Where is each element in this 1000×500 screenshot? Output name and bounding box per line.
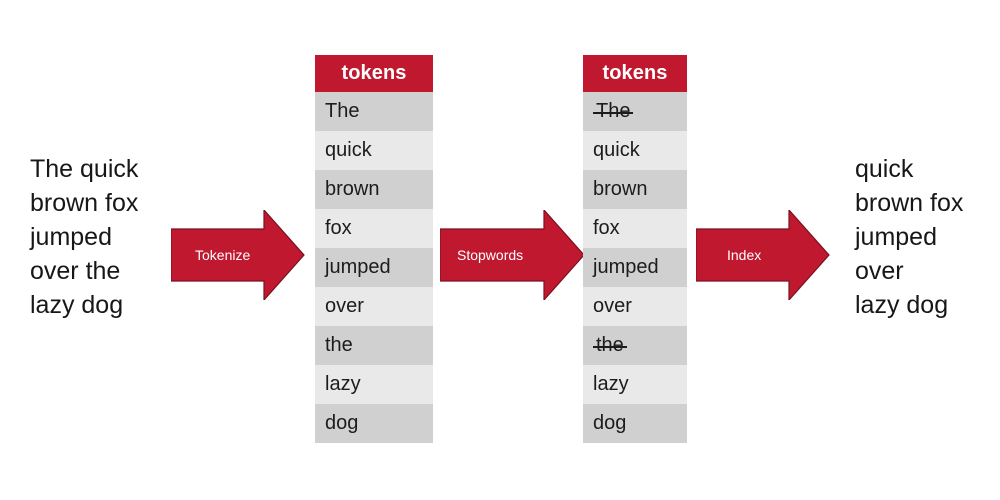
token-cell: quick [325,139,372,161]
arrow-stopwords: Stopwords [440,210,585,300]
token-cell: jumped [593,256,659,278]
table-row: lazy [315,365,433,404]
token-cell: the [593,326,627,365]
token-cell: over [325,295,364,317]
table-row: The [583,92,687,131]
table-row: quick [583,131,687,170]
output-text-block: quick brown fox jumped over lazy dog [855,155,964,319]
tokens-table-stopworded: tokens The quick brown fox jumped over t… [583,55,687,443]
token-cell: brown [593,178,648,200]
arrow-index: Index [696,210,830,300]
table-row: dog [583,404,687,443]
token-cell: the [325,334,353,356]
token-cell: brown [325,178,380,200]
table-row: brown [583,170,687,209]
table-row: brown [315,170,433,209]
tokens-table-stopworded-header: tokens [583,55,687,92]
table-row: The [315,92,433,131]
table-row: quick [315,131,433,170]
tokens-table-tokenized-header: tokens [315,55,433,92]
token-cell: lazy [593,373,629,395]
table-row: jumped [583,248,687,287]
token-cell: fox [593,217,620,239]
arrow-stopwords-shape [440,210,585,300]
token-cell: over [593,295,632,317]
token-cell: lazy [325,373,361,395]
token-cell: fox [325,217,352,239]
token-cell: The [325,100,360,122]
table-row: dog [315,404,433,443]
arrow-index-shape [696,210,830,300]
arrow-tokenize: Tokenize [171,210,305,300]
token-cell: dog [325,412,359,434]
token-cell: The [593,92,634,131]
token-cell: quick [593,139,640,161]
table-row: over [583,287,687,326]
table-row: fox [583,209,687,248]
table-row: the [315,326,433,365]
token-cell: jumped [325,256,391,278]
tokens-table-tokenized: tokens The quick brown fox jumped over t… [315,55,433,443]
table-row: the [583,326,687,365]
table-row: jumped [315,248,433,287]
arrow-tokenize-shape [171,210,305,300]
token-cell: dog [593,412,627,434]
table-row: lazy [583,365,687,404]
table-row: fox [315,209,433,248]
table-row: over [315,287,433,326]
